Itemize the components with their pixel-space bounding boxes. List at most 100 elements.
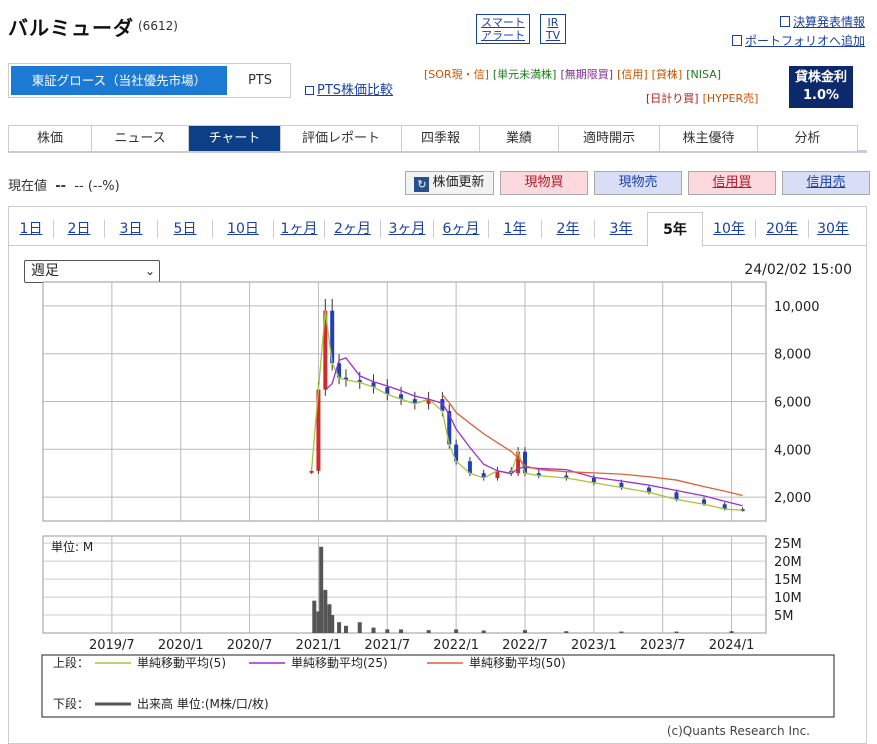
portfolio-link[interactable]: ポートフォリオへ追加 <box>731 32 865 49</box>
service-tags-row2: [日計り買] [HYPER売] <box>645 92 761 106</box>
market-pts-tab[interactable]: PTS <box>231 66 289 95</box>
trade-buttons: ↻ 株価更新 現物買 現物売 信用買 信用売 <box>405 171 870 195</box>
ir-tv-button[interactable]: IR TV <box>540 14 566 44</box>
x-tick-label: 2021/7 <box>364 638 410 653</box>
nav-tab[interactable]: チャート <box>189 125 281 151</box>
market-switch: 東証グロース（当社優先市場） PTS <box>8 63 291 98</box>
stock-chart: 2,000 4,000 6,000 8,000 10,000 5M 10M 15M 20M 25M… <box>41 281 835 718</box>
service-tag: [NISA] <box>686 68 722 81</box>
price-tick-label: 8,000 <box>774 348 811 363</box>
candle-body <box>309 470 314 473</box>
market-primary-tab[interactable]: 東証グロース（当社優先市場） <box>11 66 227 95</box>
volume-tick-label: 25M <box>774 537 802 552</box>
calendar-icon <box>779 16 790 27</box>
volume-tick-label: 15M <box>774 573 802 588</box>
loan-rate-badge: 貸株金利 1.0% <box>789 66 853 108</box>
volume-bar <box>426 630 431 633</box>
legend-upper-label: 上段： <box>53 655 89 670</box>
volume-bar <box>481 630 486 633</box>
service-tag: [日計り買] <box>646 92 699 105</box>
service-tag: [信用] <box>617 68 648 81</box>
service-tag: [SOR現・信] <box>424 68 489 81</box>
legend-series-label: 単純移動平均(5) <box>137 656 226 670</box>
portfolio-icon <box>731 35 742 46</box>
x-tick-label: 2022/1 <box>433 638 479 653</box>
price-tick-label: 2,000 <box>774 491 811 506</box>
service-tags-row1: [SOR現・信] [単元未満株] [無期限買] [信用] [貸株] [NISA] <box>423 68 724 82</box>
smart-alert-button[interactable]: スマート アラート <box>476 14 530 44</box>
chart-panel: 1日 2日 3日 5日 10日 1ヶ月 2ヶ月 3ヶ月 6ヶ月 1年 2年 3年 5年 10年 20年 30年… <box>8 206 867 744</box>
volume-bar <box>357 622 362 633</box>
volume-bar <box>399 629 404 633</box>
margin-sell-button[interactable]: 信用売 <box>782 171 870 195</box>
x-tick-label: 2020/7 <box>227 638 273 653</box>
results-link[interactable]: 決算発表情報 <box>779 13 865 30</box>
service-tag: [HYPER売] <box>702 92 759 105</box>
volume-bar <box>454 629 459 633</box>
x-tick-label: 2024/1 <box>709 638 755 653</box>
legend-lower-label: 下段： <box>53 696 89 711</box>
volume-bar <box>323 589 328 633</box>
spot-buy-button[interactable]: 現物買 <box>500 171 588 195</box>
volume-bar <box>674 631 679 633</box>
nav-tab[interactable]: 四季報 <box>402 125 480 151</box>
price-label: 現在値 <box>8 179 48 194</box>
candle-body <box>674 492 679 500</box>
margin-buy-button[interactable]: 信用買 <box>688 171 776 195</box>
x-tick-label: 2023/1 <box>571 638 617 653</box>
spot-sell-button[interactable]: 現物売 <box>594 171 682 195</box>
volume-tick-label: 5M <box>774 609 794 624</box>
loan-rate-label: 貸株金利 <box>794 70 847 85</box>
price-tick-label: 10,000 <box>774 300 820 315</box>
volume-bar <box>564 631 569 633</box>
nav-tab[interactable]: 適時開示 <box>559 125 660 151</box>
nav-tab[interactable]: 株価 <box>8 125 92 151</box>
refresh-label: 株価更新 <box>432 175 485 190</box>
x-tick-label: 2022/7 <box>502 638 548 653</box>
ir-tv-label: IR TV <box>545 16 561 42</box>
volume-tick-label: 20M <box>774 555 802 570</box>
volume-plot-frame <box>42 535 767 634</box>
volume-bar <box>343 625 348 633</box>
legend-series-label: 単純移動平均(25) <box>291 656 388 670</box>
price-change: -- (--%) <box>74 179 120 194</box>
results-link-label: 決算発表情報 <box>792 15 865 29</box>
volume-bar <box>337 622 342 633</box>
x-tick-label: 2020/1 <box>158 638 204 653</box>
nav-tab[interactable]: 業績 <box>480 125 559 151</box>
nav-tab[interactable]: 株主優待 <box>660 125 758 151</box>
refresh-icon: ↻ <box>414 177 430 192</box>
copyright: (c)Quants Research Inc. <box>666 724 810 738</box>
price-tick-label: 4,000 <box>774 443 811 458</box>
main-nav: 株価 ニュース チャート 評価レポート 四季報 業績 適時開示 株主優待 分析 <box>8 125 867 153</box>
pts-compare-label: PTS株価比較 <box>317 83 394 98</box>
stock-name: バルミューダ <box>8 16 134 40</box>
service-tag: [貸株] <box>651 68 683 81</box>
x-tick-label: 2023/7 <box>640 638 686 653</box>
price-tick-label: 6,000 <box>774 396 811 411</box>
pts-compare-link[interactable]: PTS株価比較 <box>305 79 393 98</box>
volume-bar <box>330 615 335 633</box>
legend-volume-label: 出来高 単位:(M株/口/枚) <box>137 696 269 711</box>
service-tag: [単元未満株] <box>492 68 557 81</box>
nav-tab[interactable]: 評価レポート <box>281 125 402 151</box>
volume-bar <box>729 631 734 633</box>
portfolio-link-label: ポートフォリオへ追加 <box>744 34 865 48</box>
volume-tick-label: 10M <box>774 591 802 606</box>
volume-bar <box>619 631 624 633</box>
stock-code: (6612) <box>138 19 178 33</box>
smart-alert-label: スマート アラート <box>481 16 525 42</box>
price-value: -- <box>55 179 67 194</box>
refresh-button[interactable]: ↻ 株価更新 <box>405 171 494 195</box>
current-price: 現在値 -- -- (--%) <box>8 175 120 194</box>
volume-bar <box>385 629 390 633</box>
nav-tab[interactable]: 分析 <box>758 125 858 151</box>
x-tick-label: 2019/7 <box>89 638 135 653</box>
volume-bar <box>523 630 527 633</box>
window-icon <box>305 86 314 95</box>
volume-bar <box>319 546 324 633</box>
nav-tab[interactable]: ニュース <box>92 125 189 151</box>
loan-rate-value: 1.0% <box>802 88 840 103</box>
volume-bar <box>371 627 376 633</box>
x-tick-label: 2021/1 <box>296 638 342 653</box>
